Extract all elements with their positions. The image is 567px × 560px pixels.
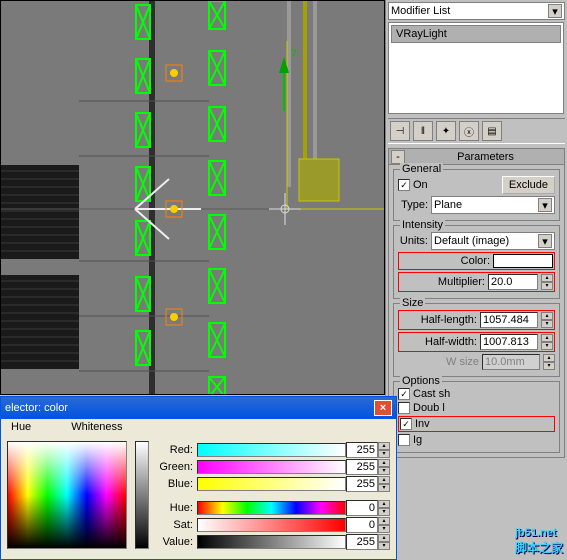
on-label: On xyxy=(413,179,428,191)
close-icon[interactable]: × xyxy=(374,400,392,416)
rollout-title: Parameters xyxy=(409,151,562,163)
show-end-result-icon[interactable]: ‖ xyxy=(413,121,433,141)
configure-sets-icon[interactable]: ▤ xyxy=(482,121,502,141)
chevron-down-icon: ▾ xyxy=(538,234,552,248)
options-group: Options ✓Cast sh Doub l ✓Inv Ig xyxy=(393,381,560,453)
size-group: Size Half-length: ▴▾ Half-width: ▴▾ W si… xyxy=(393,303,560,377)
remove-modifier-icon[interactable]: ⓧ xyxy=(459,121,479,141)
modifier-stack-item[interactable]: VRayLight xyxy=(391,25,561,43)
hue-spinner[interactable]: ▴▾ xyxy=(378,500,390,516)
multiplier-spinner[interactable]: ▴▾ xyxy=(541,274,553,290)
dialog-title: elector: color xyxy=(5,402,68,414)
modifier-stack[interactable]: VRayLight xyxy=(388,22,564,114)
w-size-input xyxy=(482,354,540,370)
chevron-down-icon: ▾ xyxy=(548,4,562,18)
watermark-site: jb51.net xyxy=(515,527,563,539)
green-slider[interactable] xyxy=(197,460,346,474)
color-label: Color: xyxy=(400,255,490,267)
make-unique-icon[interactable]: ✦ xyxy=(436,121,456,141)
blue-spinner[interactable]: ▴▾ xyxy=(378,476,390,492)
pin-icon[interactable]: ⊣ xyxy=(390,121,410,141)
sat-input[interactable] xyxy=(346,517,378,533)
watermark-name: 脚本之家 xyxy=(515,539,563,556)
options-label: Options xyxy=(400,375,442,387)
half-length-spinner[interactable]: ▴▾ xyxy=(541,312,553,328)
axis-label: 7 xyxy=(291,48,297,60)
double-sided-label: Doub l xyxy=(413,402,445,414)
units-label: Units: xyxy=(398,235,428,247)
half-width-spinner[interactable]: ▴▾ xyxy=(541,334,553,350)
modifier-list-dropdown[interactable]: Modifier List ▾ xyxy=(388,2,565,20)
dialog-titlebar[interactable]: elector: color × xyxy=(1,397,396,419)
half-length-label: Half-length: xyxy=(400,314,477,326)
half-length-input[interactable] xyxy=(480,312,538,328)
type-dropdown[interactable]: Plane ▾ xyxy=(431,196,555,214)
viewport[interactable]: 7 xyxy=(0,0,385,395)
red-label: Red: xyxy=(157,444,197,456)
parameters-rollout: - Parameters General ✓ On Exclude Type: … xyxy=(388,148,565,458)
type-label: Type: xyxy=(398,199,428,211)
chevron-down-icon: ▾ xyxy=(538,198,552,212)
half-width-label: Half-width: xyxy=(400,336,477,348)
rollout-collapse-icon[interactable]: - xyxy=(391,150,405,164)
general-group: General ✓ On Exclude Type: Plane ▾ xyxy=(393,169,560,221)
color-swatch[interactable] xyxy=(493,254,553,268)
size-label: Size xyxy=(400,297,425,309)
modifier-toolbar: ⊣ ‖ ✦ ⓧ ▤ xyxy=(388,118,565,144)
exclude-button[interactable]: Exclude xyxy=(502,176,555,194)
w-size-spinner: ▴▾ xyxy=(543,354,555,370)
sat-slider[interactable] xyxy=(197,518,346,532)
intensity-group: Intensity Units: Default (image) ▾ Color… xyxy=(393,225,560,299)
double-sided-checkbox[interactable] xyxy=(398,402,410,414)
multiplier-input[interactable] xyxy=(488,274,538,290)
hue-label: Hue: xyxy=(157,502,197,514)
units-dropdown[interactable]: Default (image) ▾ xyxy=(431,232,555,250)
watermark: jb51.net 脚本之家 xyxy=(515,527,563,556)
w-size-label: W size xyxy=(398,356,479,368)
blue-slider[interactable] xyxy=(197,477,346,491)
invisible-label: Inv xyxy=(415,418,430,430)
value-slider[interactable] xyxy=(135,441,149,549)
sat-label: Sat: xyxy=(157,519,197,531)
type-value: Plane xyxy=(434,199,462,211)
hue-header: Hue xyxy=(11,421,31,433)
sat-spinner[interactable]: ▴▾ xyxy=(378,517,390,533)
red-input[interactable] xyxy=(346,442,378,458)
general-label: General xyxy=(400,163,443,175)
hue-slider[interactable] xyxy=(197,501,346,515)
cast-shadows-checkbox[interactable]: ✓ xyxy=(398,388,410,400)
on-checkbox[interactable]: ✓ xyxy=(398,179,410,191)
invisible-checkbox[interactable]: ✓ xyxy=(400,418,412,430)
green-input[interactable] xyxy=(346,459,378,475)
units-value: Default (image) xyxy=(434,235,509,247)
rgb-inputs: Red: ▴▾ Green: ▴▾ Blue: ▴▾ Hue: ▴▾ Sat: ▴▾ Va… xyxy=(157,441,390,551)
whiteness-header: Whiteness xyxy=(71,421,122,433)
red-slider[interactable] xyxy=(197,443,346,457)
red-spinner[interactable]: ▴▾ xyxy=(378,442,390,458)
value-input[interactable] xyxy=(346,534,378,550)
multiplier-label: Multiplier: xyxy=(400,276,485,288)
color-selector-dialog: elector: color × Hue Whiteness Red: ▴▾ Gr… xyxy=(0,396,397,560)
modifier-list-label: Modifier List xyxy=(391,5,450,17)
modifier-panel: Modifier List ▾ VRayLight ⊣ ‖ ✦ ⓧ ▤ - Pa… xyxy=(385,0,567,560)
hue-input[interactable] xyxy=(346,500,378,516)
hue-saturation-picker[interactable] xyxy=(7,441,127,549)
ignore-checkbox[interactable] xyxy=(398,434,410,446)
intensity-label: Intensity xyxy=(400,219,445,231)
ignore-label: Ig xyxy=(413,434,422,446)
blue-label: Blue: xyxy=(157,478,197,490)
cast-shadows-label: Cast sh xyxy=(413,388,450,400)
half-width-input[interactable] xyxy=(480,334,538,350)
green-spinner[interactable]: ▴▾ xyxy=(378,459,390,475)
value-spinner[interactable]: ▴▾ xyxy=(378,534,390,550)
green-label: Green: xyxy=(157,461,197,473)
value-label: Value: xyxy=(157,536,197,548)
blue-input[interactable] xyxy=(346,476,378,492)
value-slider-bar[interactable] xyxy=(197,535,346,549)
